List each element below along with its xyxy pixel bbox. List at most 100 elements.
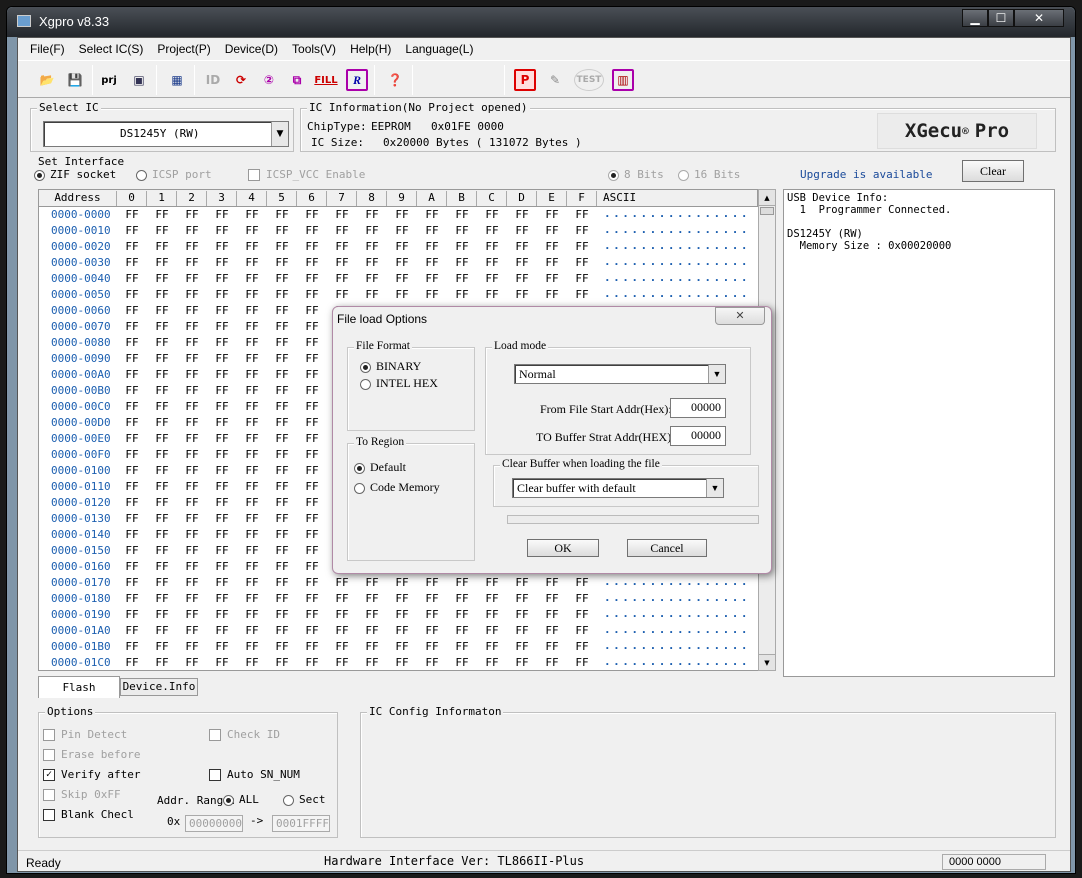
hex-byte[interactable]: FF: [207, 464, 237, 477]
addr-sect-radio[interactable]: Sect: [283, 793, 326, 806]
hex-byte[interactable]: FF: [357, 240, 387, 253]
hex-byte[interactable]: FF: [147, 320, 177, 333]
read-id-icon[interactable]: ID: [202, 69, 224, 91]
hex-byte[interactable]: FF: [357, 624, 387, 637]
hex-row[interactable]: 0000-0030 FF FF FF FF FF FF FF FF FF FF FF FF FF FF FF F…: [39, 255, 758, 271]
verify-after-checkbox[interactable]: ✓ Verify after: [43, 768, 140, 781]
hex-byte[interactable]: FF: [357, 208, 387, 221]
hex-byte[interactable]: FF: [207, 240, 237, 253]
hex-byte[interactable]: FF: [387, 288, 417, 301]
hex-byte[interactable]: FF: [417, 240, 447, 253]
hex-byte[interactable]: FF: [267, 528, 297, 541]
hex-byte[interactable]: FF: [327, 208, 357, 221]
hex-byte[interactable]: FF: [297, 448, 327, 461]
hex-byte[interactable]: FF: [267, 336, 297, 349]
test-icon[interactable]: TEST: [574, 69, 604, 91]
hex-byte[interactable]: FF: [207, 208, 237, 221]
hex-byte[interactable]: FF: [297, 656, 327, 669]
hex-byte[interactable]: FF: [177, 464, 207, 477]
hex-byte[interactable]: FF: [117, 464, 147, 477]
tab-device-info[interactable]: Device.Info: [120, 678, 198, 696]
hex-byte[interactable]: FF: [207, 624, 237, 637]
hex-byte[interactable]: FF: [507, 208, 537, 221]
hex-byte[interactable]: FF: [327, 624, 357, 637]
scroll-thumb[interactable]: [760, 207, 774, 215]
hex-byte[interactable]: FF: [447, 592, 477, 605]
hex-byte[interactable]: FF: [237, 656, 267, 669]
hex-byte[interactable]: FF: [117, 336, 147, 349]
hex-byte[interactable]: FF: [477, 256, 507, 269]
hex-byte[interactable]: FF: [507, 256, 537, 269]
hex-byte[interactable]: FF: [267, 656, 297, 669]
hex-byte[interactable]: FF: [267, 432, 297, 445]
hex-byte[interactable]: FF: [267, 624, 297, 637]
hex-byte[interactable]: FF: [387, 592, 417, 605]
hex-byte[interactable]: FF: [477, 240, 507, 253]
hex-byte[interactable]: FF: [207, 320, 237, 333]
hex-byte[interactable]: FF: [477, 576, 507, 589]
hex-byte[interactable]: FF: [207, 432, 237, 445]
hex-byte[interactable]: FF: [237, 512, 267, 525]
hex-byte[interactable]: FF: [387, 256, 417, 269]
hex-byte[interactable]: FF: [567, 240, 597, 253]
hex-byte[interactable]: FF: [567, 576, 597, 589]
hex-byte[interactable]: FF: [537, 272, 567, 285]
hex-byte[interactable]: FF: [417, 272, 447, 285]
from-file-input[interactable]: 00000: [670, 398, 726, 418]
hex-byte[interactable]: FF: [117, 624, 147, 637]
addr-from-input[interactable]: 00000000: [185, 815, 243, 832]
hex-byte[interactable]: FF: [177, 240, 207, 253]
erase-before-checkbox[interactable]: Erase before: [43, 748, 140, 761]
hex-byte[interactable]: FF: [357, 288, 387, 301]
addr-all-radio[interactable]: ALL: [223, 793, 259, 806]
hex-byte[interactable]: FF: [177, 608, 207, 621]
hex-byte[interactable]: FF: [147, 256, 177, 269]
hex-byte[interactable]: FF: [327, 608, 357, 621]
hex-byte[interactable]: FF: [207, 400, 237, 413]
hex-byte[interactable]: FF: [207, 336, 237, 349]
hex-byte[interactable]: FF: [237, 624, 267, 637]
hex-byte[interactable]: FF: [327, 640, 357, 653]
hex-byte[interactable]: FF: [237, 384, 267, 397]
hex-byte[interactable]: FF: [297, 288, 327, 301]
hex-byte[interactable]: FF: [297, 240, 327, 253]
hex-byte[interactable]: FF: [327, 288, 357, 301]
help-icon[interactable]: ❓: [384, 69, 406, 91]
hex-byte[interactable]: FF: [507, 224, 537, 237]
hex-byte[interactable]: FF: [147, 304, 177, 317]
hex-byte[interactable]: FF: [207, 592, 237, 605]
save-project-icon[interactable]: ▣: [128, 69, 150, 91]
hex-byte[interactable]: FF: [237, 608, 267, 621]
hex-byte[interactable]: FF: [177, 448, 207, 461]
hex-row[interactable]: 0000-0050 FF FF FF FF FF FF FF FF FF FF FF FF FF FF FF F…: [39, 287, 758, 303]
hex-byte[interactable]: FF: [147, 624, 177, 637]
hex-byte[interactable]: FF: [177, 384, 207, 397]
hex-byte[interactable]: FF: [417, 208, 447, 221]
hex-byte[interactable]: FF: [147, 640, 177, 653]
hex-byte[interactable]: FF: [237, 544, 267, 557]
hex-byte[interactable]: FF: [267, 544, 297, 557]
hex-byte[interactable]: FF: [387, 576, 417, 589]
hex-byte[interactable]: FF: [417, 640, 447, 653]
hex-byte[interactable]: FF: [177, 512, 207, 525]
hex-byte[interactable]: FF: [477, 608, 507, 621]
hex-byte[interactable]: FF: [477, 656, 507, 669]
hex-byte[interactable]: FF: [237, 416, 267, 429]
hex-byte[interactable]: FF: [177, 256, 207, 269]
maximize-button[interactable]: ☐: [988, 9, 1014, 27]
hex-byte[interactable]: FF: [417, 256, 447, 269]
hex-byte[interactable]: FF: [117, 320, 147, 333]
hex-byte[interactable]: FF: [177, 224, 207, 237]
hex-byte[interactable]: FF: [147, 400, 177, 413]
hex-byte[interactable]: FF: [447, 608, 477, 621]
hex-byte[interactable]: FF: [147, 512, 177, 525]
hex-row[interactable]: 0000-0170 FF FF FF FF FF FF FF FF FF FF FF FF FF FF FF F…: [39, 575, 758, 591]
title-bar[interactable]: Xgpro v8.33 ▁ ☐ ✕: [7, 7, 1075, 37]
auto-sn-checkbox[interactable]: Auto SN_NUM: [209, 768, 300, 781]
hex-byte[interactable]: FF: [117, 608, 147, 621]
hex-byte[interactable]: FF: [177, 336, 207, 349]
hex-byte[interactable]: FF: [297, 304, 327, 317]
bits8-radio[interactable]: 8 Bits: [608, 168, 664, 181]
hex-byte[interactable]: FF: [387, 272, 417, 285]
hex-byte[interactable]: FF: [417, 608, 447, 621]
